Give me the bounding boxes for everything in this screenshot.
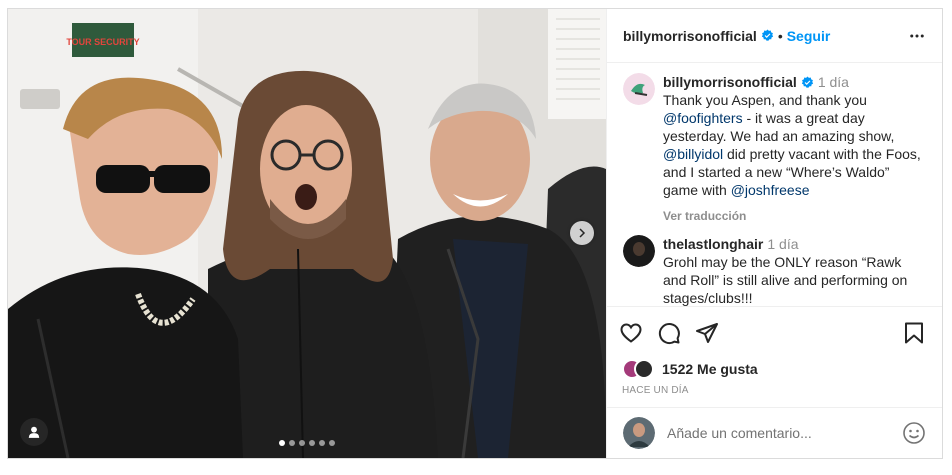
liker-avatar — [634, 359, 654, 379]
caption-comment: billymorrisonofficial 1 día Thank you As… — [623, 73, 926, 225]
tour-security-sign: TOUR SECURITY — [66, 37, 139, 47]
comment-time[interactable]: 1 día — [767, 236, 798, 252]
comment-text: Grohl may be the ONLY reason “Rawk and R… — [663, 254, 908, 306]
caption-time[interactable]: 1 día — [818, 74, 849, 90]
share-button[interactable] — [695, 321, 719, 345]
instagram-post: TOUR SECURITY billymorrisonofficial • Se… — [7, 8, 943, 459]
post-timestamp[interactable]: HACE UN DÍA — [619, 385, 926, 396]
caption-username[interactable]: billymorrisonofficial — [663, 74, 797, 90]
mention-link[interactable]: @joshfreese — [731, 182, 810, 198]
carousel-dot — [309, 440, 315, 446]
smiley-face-icon — [903, 422, 925, 444]
add-comment-bar — [607, 407, 942, 458]
current-user-avatar — [623, 417, 655, 449]
comment-item: thelastlonghair 1 día Grohl may be the ON… — [623, 235, 926, 306]
bookmark-icon — [905, 322, 923, 344]
caption-text: Thank you Aspen, and thank you @foofight… — [663, 91, 926, 199]
verified-badge-icon — [801, 76, 813, 88]
mention-link[interactable]: @billyidol — [663, 146, 723, 162]
header-separator: • — [777, 27, 783, 44]
more-options-button[interactable] — [908, 27, 926, 45]
liked-by-avatars[interactable] — [622, 359, 656, 379]
post-header: billymorrisonofficial • Seguir — [607, 9, 942, 63]
like-button[interactable] — [619, 321, 643, 345]
post-actions: 1522 Me gusta HACE UN DÍA — [607, 306, 942, 407]
verified-badge-icon — [761, 29, 773, 41]
follow-button[interactable]: Seguir — [787, 28, 831, 44]
photo-scene: TOUR SECURITY — [8, 9, 606, 458]
heart-icon — [620, 323, 642, 343]
chevron-right-icon — [579, 228, 586, 238]
header-username[interactable]: billymorrisonofficial — [623, 28, 757, 44]
comment-bubble-icon — [658, 323, 680, 345]
more-horizontal-icon — [910, 34, 924, 37]
avatar-image — [623, 73, 655, 105]
carousel-dot — [289, 440, 295, 446]
likes-count[interactable]: 1522 Me gusta — [662, 361, 758, 377]
emoji-button[interactable] — [902, 421, 926, 445]
paper-plane-icon — [696, 323, 718, 343]
comment-input[interactable] — [667, 425, 902, 441]
carousel-dot — [329, 440, 335, 446]
mention-link[interactable]: @foofighters — [663, 110, 743, 126]
next-photo-button[interactable] — [570, 221, 594, 245]
caption-avatar[interactable] — [623, 73, 655, 105]
post-photo[interactable]: TOUR SECURITY — [8, 9, 606, 458]
carousel-dot — [279, 440, 285, 446]
comment-button[interactable] — [657, 321, 681, 345]
caption-text-part: Thank you Aspen, and thank you — [663, 92, 867, 108]
user-icon — [28, 426, 40, 438]
see-translation-link[interactable]: Ver traducción — [663, 207, 926, 225]
avatar-image — [623, 417, 655, 449]
carousel-dot — [299, 440, 305, 446]
comment-avatar[interactable] — [623, 235, 655, 267]
comment-username[interactable]: thelastlonghair — [663, 236, 763, 252]
save-button[interactable] — [902, 321, 926, 345]
carousel-indicator — [8, 440, 606, 446]
carousel-dot — [319, 440, 325, 446]
post-side-panel: billymorrisonofficial • Seguir billymorr… — [606, 9, 942, 458]
avatar-image — [623, 235, 655, 267]
comments-list[interactable]: billymorrisonofficial 1 día Thank you As… — [607, 63, 942, 306]
